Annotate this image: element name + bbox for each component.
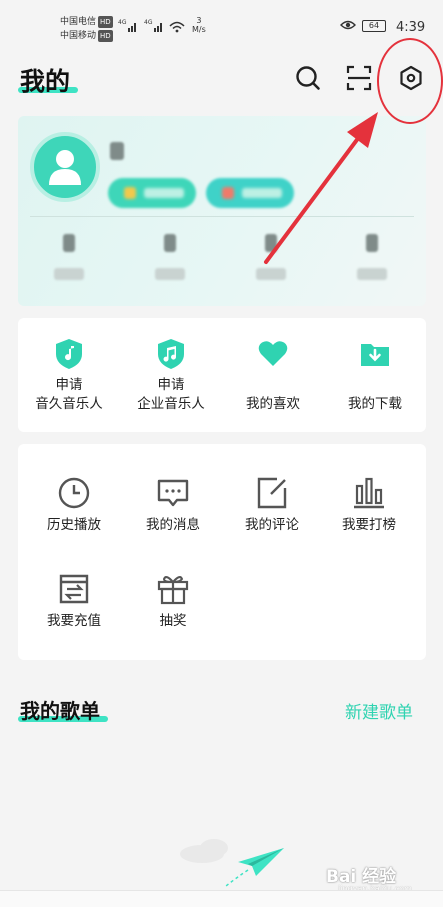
my-favorites-button[interactable]: 我的喜欢 — [222, 338, 324, 414]
feature-label: 抽奖 — [159, 613, 187, 629]
shortcut-line1: 申请 — [157, 377, 185, 393]
shortcut-line2: 音久音乐人 — [35, 396, 103, 412]
feature-label: 我的评论 — [245, 517, 299, 533]
eye-icon — [340, 20, 356, 30]
clock: 4:39 — [396, 20, 426, 35]
carrier-2: 中国移动 HD — [60, 30, 113, 42]
speed-value: 3 — [196, 16, 202, 25]
feature-label: 我要充值 — [47, 613, 101, 629]
recharge-icon — [59, 574, 89, 604]
signal-icon: 4G 4G — [118, 19, 185, 33]
carrier-2-label: 中国移动 — [60, 31, 97, 41]
playlist-title-text: 我的歌单 — [20, 699, 100, 723]
apply-musician-button[interactable]: 申请 音久音乐人 — [18, 338, 120, 414]
download-folder-icon — [361, 344, 389, 366]
shield-note-icon — [56, 339, 82, 369]
level-badge[interactable] — [206, 178, 294, 208]
shortcut-card: 申请 音久音乐人 申请 企业音乐人 我的喜欢 我的下载 — [18, 318, 426, 432]
shortcut-line2: 企业音乐人 — [137, 396, 205, 412]
apply-enterprise-musician-button[interactable]: 申请 企业音乐人 — [120, 338, 222, 414]
gift-icon — [157, 576, 189, 605]
avatar[interactable] — [30, 132, 100, 202]
card-divider — [30, 216, 414, 217]
carrier-1: 中国电信 HD — [60, 16, 113, 28]
hd-badge: HD — [98, 16, 113, 28]
feature-label: 历史播放 — [47, 517, 101, 533]
new-playlist-button[interactable]: 新建歌单 — [345, 698, 413, 723]
shortcut-line1 — [222, 376, 324, 395]
messages-button[interactable]: 我的消息 — [122, 476, 224, 535]
history-button[interactable]: 历史播放 — [23, 476, 125, 535]
feature-label: 我的消息 — [146, 517, 200, 533]
annotation-circle — [377, 38, 443, 124]
edit-icon — [257, 477, 287, 509]
username-blurred — [110, 142, 124, 160]
vip-badge[interactable] — [108, 178, 196, 208]
features-card: 历史播放 我的消息 我的评论 我要打榜 我要充值 抽奖 — [18, 444, 426, 660]
bottom-nav[interactable] — [0, 890, 443, 907]
carrier-1-label: 中国电信 — [60, 17, 97, 27]
user-icon — [49, 150, 81, 185]
recharge-button[interactable]: 我要充值 — [23, 572, 125, 631]
scan-icon[interactable] — [345, 64, 373, 92]
shortcut-line1 — [324, 376, 426, 395]
network-type: 4G — [118, 19, 127, 26]
network-speed: 3 M/s — [192, 16, 206, 34]
feature-label: 我要打榜 — [342, 517, 396, 533]
hd-badge: HD — [98, 30, 113, 42]
shield-music-icon — [158, 339, 184, 369]
page-title: 我的 — [20, 62, 70, 98]
profile-card[interactable] — [18, 116, 426, 306]
shortcut-line2: 我的喜欢 — [246, 396, 300, 412]
empty-state-illustration — [180, 839, 284, 887]
message-icon — [157, 479, 189, 507]
shortcut-line1: 申请 — [55, 377, 83, 393]
speed-unit: M/s — [192, 25, 206, 34]
lottery-button[interactable]: 抽奖 — [122, 572, 224, 631]
chart-vote-button[interactable]: 我要打榜 — [318, 476, 420, 535]
bar-chart-icon — [354, 477, 384, 509]
my-downloads-button[interactable]: 我的下载 — [324, 338, 426, 414]
search-icon[interactable] — [294, 64, 322, 92]
heart-icon — [258, 341, 288, 366]
shortcut-line2: 我的下载 — [348, 396, 402, 412]
page-title-text: 我的 — [20, 67, 71, 96]
network-type: 4G — [144, 19, 153, 26]
status-bar: 中国电信 HD 中国移动 HD 4G 4G 3 M/s 64 4:39 — [0, 0, 443, 46]
comments-button[interactable]: 我的评论 — [221, 476, 323, 535]
clock-icon — [58, 477, 90, 509]
playlist-section-title: 我的歌单 — [20, 695, 100, 724]
battery-indicator: 64 — [362, 20, 386, 32]
